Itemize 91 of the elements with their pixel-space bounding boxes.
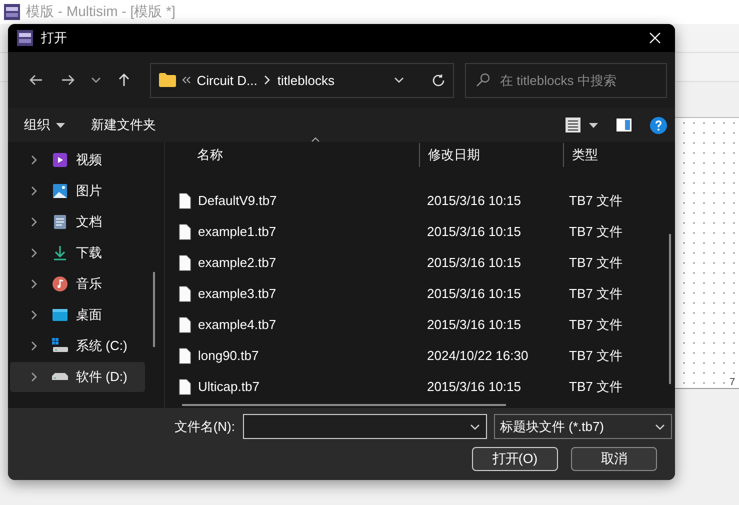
sidebar-item[interactable]: 下载: [10, 238, 145, 268]
file-name[interactable]: Ulticap.tb7: [198, 379, 260, 394]
canvas-label: 7: [729, 377, 735, 388]
sidebar-item[interactable]: 视频: [10, 145, 145, 175]
file-name[interactable]: example3.tb7: [198, 286, 276, 301]
file-icon: [179, 316, 191, 332]
folder-icon: [158, 73, 176, 87]
filename-field[interactable]: [243, 414, 487, 439]
sidebar-item[interactable]: 音乐: [10, 269, 145, 299]
scrollbar[interactable]: [669, 234, 671, 384]
menu-button[interactable]: 组织: [18, 112, 71, 138]
drive-icon: [52, 373, 68, 381]
app-icon: [17, 30, 33, 46]
scrollbar[interactable]: [153, 272, 155, 347]
caret-down-icon[interactable]: [589, 122, 598, 128]
sidebar-item[interactable]: 桌面: [10, 300, 145, 330]
search-icon: [476, 72, 490, 86]
file-type: TB7 文件: [568, 192, 624, 210]
app-icon: [4, 4, 20, 20]
chevron-right-icon[interactable]: [30, 310, 38, 320]
file-icon: [179, 348, 191, 364]
breadcrumb-item[interactable]: Circuit D...: [196, 72, 258, 88]
chevron-right-icon[interactable]: [30, 186, 38, 196]
breadcrumb-item[interactable]: titleblocks: [277, 72, 334, 88]
help-icon[interactable]: [650, 116, 667, 134]
column-header[interactable]: 类型: [563, 143, 675, 167]
file-date: 2015/3/16 10:15: [426, 286, 522, 301]
file-type: TB7 文件: [568, 378, 624, 396]
arrow-left-icon: [28, 74, 43, 86]
file-icon: [179, 286, 191, 302]
sidebar-item[interactable]: 文档: [10, 207, 145, 237]
address-bar[interactable]: Circuit D... titleblocks: [150, 62, 454, 98]
column-header[interactable]: 名称: [165, 143, 419, 167]
search-field[interactable]: 在 titleblocks 中搜索: [465, 62, 667, 98]
scrollbar[interactable]: [182, 404, 506, 406]
file-type: TB7 文件: [568, 222, 624, 240]
caret-down-icon: [56, 122, 65, 128]
drive-icon: [52, 338, 68, 354]
filetype-dropdown[interactable]: 标题块文件 (*.tb7): [494, 414, 672, 439]
chevron-down-icon: [655, 424, 665, 430]
sort-up-icon: [311, 137, 320, 142]
file-icon: [179, 254, 191, 270]
chevron-down-icon[interactable]: [470, 424, 480, 430]
chevron-right-icon[interactable]: [30, 248, 38, 258]
download-icon: [52, 245, 68, 261]
dialog-title: 打开: [41, 29, 67, 47]
video-icon: [52, 152, 68, 168]
preview-pane-icon[interactable]: [616, 118, 632, 132]
filename-label: 文件名(N):: [174, 418, 235, 436]
sidebar-item[interactable]: 图片: [10, 176, 145, 206]
column-header[interactable]: 修改日期: [419, 143, 563, 167]
close-icon: [649, 32, 661, 44]
arrow-up-icon: [118, 73, 130, 87]
chevron-down-icon[interactable]: [394, 77, 404, 83]
file-type: TB7 文件: [568, 284, 624, 302]
sidebar-item[interactable]: 系统 (C:): [10, 331, 145, 361]
file-date: 2015/3/16 10:15: [426, 317, 522, 332]
file-date: 2024/10/22 16:30: [426, 348, 530, 363]
chevron-right-icon[interactable]: [30, 279, 38, 289]
chevron-down-icon: [90, 77, 101, 83]
refresh-icon[interactable]: [432, 74, 445, 86]
file-name[interactable]: example2.tb7: [198, 255, 276, 270]
file-date: 2015/3/16 10:15: [426, 255, 522, 270]
sidebar-item[interactable]: 软件 (D:): [10, 362, 145, 392]
app-title: 模版 - Multisim - [模版 *]: [26, 3, 176, 21]
cancel-button[interactable]: 取消: [571, 447, 657, 471]
file-type: TB7 文件: [568, 316, 624, 334]
file-date: 2015/3/16 10:15: [426, 193, 522, 208]
file-name[interactable]: DefaultV9.tb7: [198, 193, 277, 208]
chevron-right-icon[interactable]: [30, 341, 38, 351]
file-type: TB7 文件: [568, 346, 624, 364]
file-icon: [179, 224, 191, 240]
desktop-icon: [52, 308, 68, 322]
file-type: TB7 文件: [568, 254, 624, 272]
file-date: 2015/3/16 10:15: [426, 224, 522, 239]
file-name[interactable]: long90.tb7: [198, 348, 259, 363]
file-icon: [179, 192, 191, 208]
document-icon: [52, 214, 68, 230]
chevron-right-icon[interactable]: [30, 155, 38, 165]
arrow-right-icon: [60, 74, 75, 86]
music-icon: [52, 276, 68, 292]
file-name[interactable]: example1.tb7: [198, 224, 276, 239]
file-icon: [179, 378, 191, 394]
file-date: 2015/3/16 10:15: [426, 379, 522, 394]
file-name[interactable]: example4.tb7: [198, 317, 276, 332]
picture-icon: [52, 183, 68, 199]
chevron-right-icon[interactable]: [30, 217, 38, 227]
open-button[interactable]: 打开(O): [472, 447, 558, 471]
list-view-icon[interactable]: [565, 117, 581, 133]
toolbar-button[interactable]: 新建文件夹: [85, 112, 162, 138]
chevron-double-left-icon[interactable]: [182, 76, 191, 84]
